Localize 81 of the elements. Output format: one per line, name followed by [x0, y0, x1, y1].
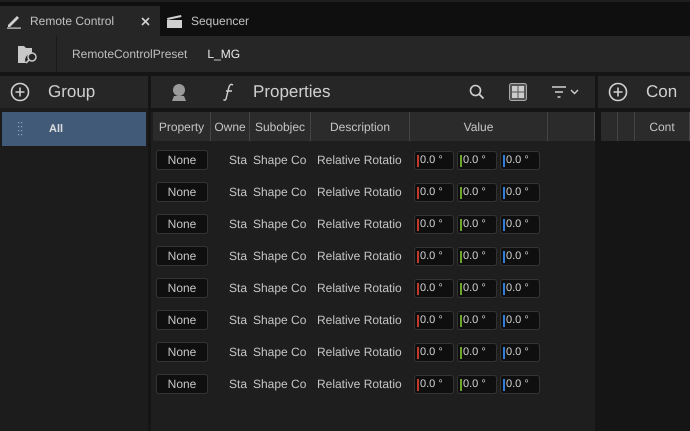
column-header[interactable]: Description [311, 112, 410, 141]
add-icon[interactable] [608, 82, 628, 102]
property-field[interactable]: None [156, 278, 208, 298]
value-field[interactable]: 0.0 ° [414, 310, 454, 330]
value-field[interactable]: 0.0 ° [414, 150, 454, 170]
property-field[interactable]: None [156, 310, 208, 330]
table-cell: Sta [229, 313, 248, 327]
table-cell: Shape Co [253, 313, 306, 327]
value-field[interactable]: 0.0 ° [457, 182, 497, 202]
panel-title: Properties [253, 82, 332, 102]
grid-icon[interactable] [509, 83, 527, 101]
table-cell: Relative Rotatio [317, 377, 402, 391]
table-cell: Sta [229, 217, 248, 231]
pen-icon [6, 13, 22, 29]
property-field[interactable]: None [156, 342, 208, 362]
property-field[interactable]: None [156, 374, 208, 394]
sphere-icon[interactable] [169, 82, 189, 102]
group-item[interactable]: All [2, 112, 146, 146]
table-cell: Relative Rotatio [317, 313, 402, 327]
table-cell: Relative Rotatio [317, 345, 402, 359]
panel-title: Group [48, 82, 96, 102]
value-field[interactable]: 0.0 ° [414, 374, 454, 394]
preset-label: RemoteControlPreset [72, 47, 188, 61]
value-field[interactable]: 0.0 ° [457, 278, 497, 298]
value-field[interactable]: 0.0 ° [500, 374, 540, 394]
value-field[interactable]: 0.0 ° [414, 278, 454, 298]
table-cell: Shape Co [253, 185, 306, 199]
value-field[interactable]: 0.0 ° [457, 342, 497, 362]
table-cell: Sta [229, 377, 248, 391]
table-cell: Relative Rotatio [317, 217, 402, 231]
value-field[interactable]: 0.0 ° [500, 342, 540, 362]
property-field[interactable]: None [156, 246, 208, 266]
value-field[interactable]: 0.0 ° [500, 150, 540, 170]
column-header[interactable]: Subobjec [250, 112, 311, 141]
table-cell: Sta [229, 185, 248, 199]
folder-search-icon[interactable] [17, 44, 39, 64]
table-cell: Sta [229, 249, 248, 263]
value-field[interactable]: 0.0 ° [457, 374, 497, 394]
table-cell: Shape Co [253, 281, 306, 295]
table-cell: Sta [229, 345, 248, 359]
value-field[interactable]: 0.0 ° [414, 246, 454, 266]
table-cell: Shape Co [253, 249, 306, 263]
value-field[interactable]: 0.0 ° [500, 278, 540, 298]
value-field[interactable]: 0.0 ° [500, 214, 540, 234]
column-header[interactable]: Owne [211, 112, 250, 141]
value-field[interactable]: 0.0 ° [500, 310, 540, 330]
column-header[interactable]: Property [153, 112, 211, 141]
panel-title: Con [646, 82, 678, 102]
table-cell: Shape Co [253, 377, 306, 391]
preset-name: L_MG [207, 47, 240, 61]
column-header[interactable]: Value [410, 112, 548, 141]
value-field[interactable]: 0.0 ° [414, 182, 454, 202]
property-field[interactable]: None [156, 150, 208, 170]
property-field[interactable]: None [156, 182, 208, 202]
value-field[interactable]: 0.0 ° [500, 182, 540, 202]
close-icon[interactable] [141, 16, 150, 26]
value-field[interactable]: 0.0 ° [457, 214, 497, 234]
clapperboard-icon [166, 14, 183, 28]
table-cell: Shape Co [253, 153, 306, 167]
add-icon[interactable] [10, 82, 30, 102]
filter-icon[interactable] [551, 85, 581, 99]
property-field[interactable]: None [156, 214, 208, 234]
value-field[interactable]: 0.0 ° [414, 214, 454, 234]
value-field[interactable]: 0.0 ° [457, 246, 497, 266]
value-field[interactable]: 0.0 ° [457, 150, 497, 170]
table-cell: Shape Co [253, 345, 306, 359]
editor-tab[interactable]: Sequencer [160, 6, 260, 36]
table-cell: Sta [229, 153, 248, 167]
table-cell: Relative Rotatio [317, 153, 402, 167]
value-field[interactable]: 0.0 ° [414, 342, 454, 362]
table-cell: Sta [229, 281, 248, 295]
table-cell: Relative Rotatio [317, 249, 402, 263]
editor-tab[interactable]: Remote Control [0, 6, 160, 36]
table-cell: Shape Co [253, 217, 306, 231]
table-cell: Relative Rotatio [317, 185, 402, 199]
function-icon[interactable] [223, 83, 235, 101]
drag-handle-icon[interactable] [18, 122, 23, 136]
table-cell: Relative Rotatio [317, 281, 402, 295]
value-field[interactable]: 0.0 ° [457, 310, 497, 330]
value-field[interactable]: 0.0 ° [500, 246, 540, 266]
search-icon[interactable] [469, 84, 485, 100]
